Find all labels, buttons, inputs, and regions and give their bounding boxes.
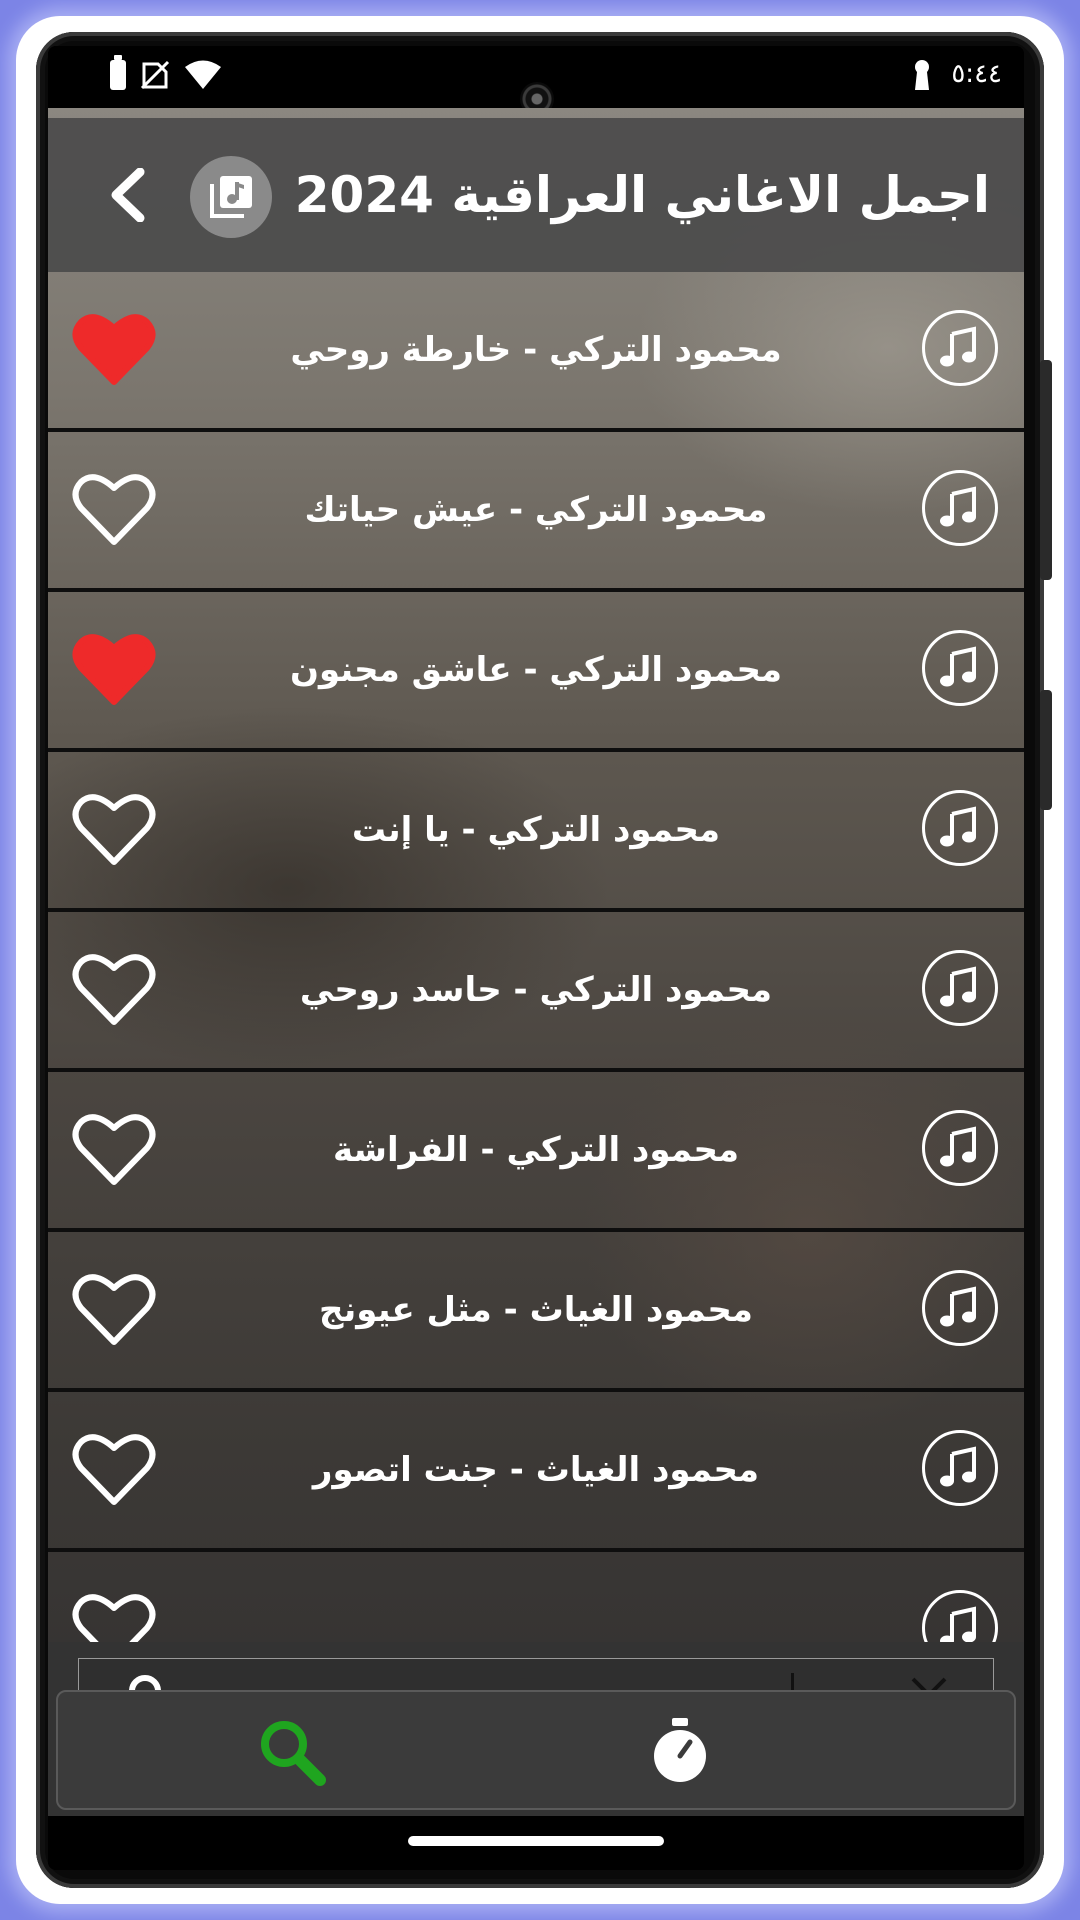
screen: ٥:٤٤ اجمل الاغاني العراقية 2024 محمود ال…: [48, 46, 1024, 1870]
music-note-icon: [940, 1286, 976, 1327]
song-row[interactable]: محمود التركي - خارطة روحي: [48, 272, 1024, 432]
song-row[interactable]: محمود التركي - عاشق مجنون: [48, 592, 1024, 752]
search-input-value: محمو: [795, 1678, 863, 1690]
search-icon: [129, 1675, 161, 1690]
play-song-button[interactable]: [922, 1110, 998, 1186]
favorite-button[interactable]: [72, 630, 156, 708]
song-title: محمود التركي - الفراشة: [332, 1130, 740, 1170]
nav-search-tab[interactable]: [254, 1714, 330, 1790]
home-indicator[interactable]: [408, 1836, 664, 1846]
heart-icon: [72, 1114, 156, 1185]
heart-icon: [72, 314, 156, 385]
page-title: اجمل الاغاني العراقية 2024: [294, 166, 990, 224]
app-header: اجمل الاغاني العراقية 2024: [48, 118, 1024, 272]
search-field-container: محمو: [78, 1658, 994, 1690]
favorite-button[interactable]: [72, 790, 156, 868]
song-list: محمود التركي - خارطة روحي محمود التركي - …: [48, 272, 1024, 1690]
chevron-left-icon: [111, 167, 145, 223]
favorite-button[interactable]: [72, 1270, 156, 1348]
play-song-button[interactable]: [922, 1430, 998, 1506]
music-note-icon: [940, 806, 976, 847]
song-row[interactable]: محمود التركي - يا إنت: [48, 752, 1024, 912]
play-song-button[interactable]: [922, 950, 998, 1026]
nav-timer-tab[interactable]: [642, 1714, 718, 1790]
app-content: اجمل الاغاني العراقية 2024 محمود التركي …: [48, 108, 1024, 1690]
song-title: محمود الغياث - مثل عيونج: [319, 1290, 753, 1330]
song-title: محمود التركي - عاشق مجنون: [289, 650, 783, 690]
clear-search-button[interactable]: [909, 1675, 949, 1690]
song-title: محمود التركي - عيش حياتك: [304, 490, 768, 530]
search-submit-button[interactable]: [125, 1671, 175, 1690]
bottom-nav-bar: [56, 1690, 1016, 1810]
close-icon: [911, 1677, 947, 1690]
music-note-icon: [940, 966, 976, 1007]
bottom-navigation: [48, 1690, 1024, 1816]
power-button: [1040, 690, 1052, 810]
song-title: محمود التركي - حاسد روحي: [299, 970, 773, 1010]
favorite-button[interactable]: [72, 1430, 156, 1508]
song-row[interactable]: محمود التركي - الفراشة: [48, 1072, 1024, 1232]
music-note-icon: [940, 1126, 976, 1167]
playlist-button[interactable]: [190, 156, 272, 238]
lock-icon: [915, 60, 930, 90]
song-row[interactable]: محمود التركي - حاسد روحي: [48, 912, 1024, 1072]
music-note-icon: [940, 646, 976, 687]
heart-icon: [72, 954, 156, 1025]
favorite-button[interactable]: [72, 950, 156, 1028]
heart-icon: [72, 474, 156, 545]
song-row[interactable]: محمود الغياث - جنت اتصور: [48, 1392, 1024, 1552]
song-row[interactable]: محمود التركي - عيش حياتك: [48, 432, 1024, 592]
wifi-icon: [185, 60, 221, 89]
back-button[interactable]: [102, 167, 156, 223]
play-song-button[interactable]: [922, 1270, 998, 1346]
music-note-icon: [940, 326, 976, 367]
status-time: ٥:٤٤: [951, 59, 1002, 89]
stopwatch-icon: [654, 1718, 706, 1782]
heart-icon: [72, 794, 156, 865]
heart-icon: [72, 634, 156, 705]
no-sim-icon: [140, 60, 170, 90]
music-playlist-icon: [210, 176, 252, 218]
music-note-icon: [940, 486, 976, 527]
favorite-button[interactable]: [72, 470, 156, 548]
search-icon: [261, 1721, 326, 1786]
text-caret: [790, 1673, 794, 1690]
song-title: محمود التركي - خارطة روحي: [290, 330, 782, 370]
music-note-icon: [940, 1446, 976, 1487]
battery-icon: [110, 55, 126, 90]
volume-button: [1040, 360, 1052, 580]
song-title: محمود الغياث - جنت اتصور: [312, 1450, 760, 1490]
heart-icon: [72, 1434, 156, 1505]
heart-icon: [72, 1274, 156, 1345]
favorite-button[interactable]: [72, 310, 156, 388]
search-input[interactable]: محمو: [790, 1659, 867, 1690]
play-song-button[interactable]: [922, 470, 998, 546]
search-bar: محمو: [48, 1642, 1024, 1690]
play-song-button[interactable]: [922, 790, 998, 866]
gesture-bar-area: [48, 1816, 1024, 1870]
song-row[interactable]: محمود الغياث - مثل عيونج: [48, 1232, 1024, 1392]
song-title: محمود التركي - يا إنت: [351, 810, 721, 850]
favorite-button[interactable]: [72, 1110, 156, 1188]
play-song-button[interactable]: [922, 310, 998, 386]
play-song-button[interactable]: [922, 630, 998, 706]
